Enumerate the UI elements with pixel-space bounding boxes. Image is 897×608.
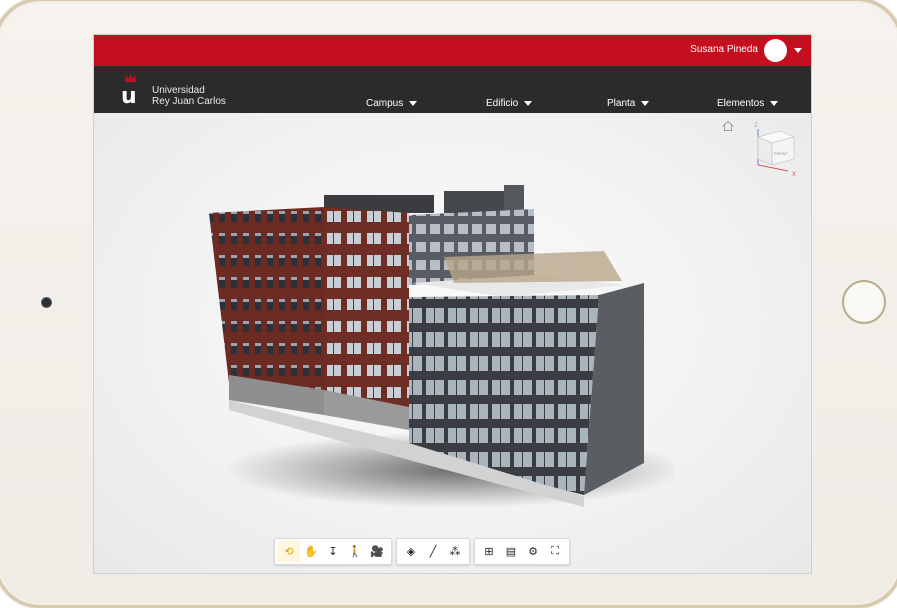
model-tools-group: ◈ ╱ ⁂ bbox=[396, 538, 470, 565]
camera-icon[interactable]: 🎥 bbox=[366, 541, 388, 562]
settings-gear-icon[interactable]: ⚙ bbox=[522, 541, 544, 562]
settings-tools-group: ⊞ ▤ ⚙ ⛶ bbox=[474, 538, 570, 565]
front-camera bbox=[42, 298, 51, 307]
chevron-down-icon bbox=[524, 101, 533, 106]
nav-elementos-label: Elementos bbox=[717, 98, 765, 109]
navigation-tools-group: ⟲ ✋ ↧ 🚶 🎥 bbox=[274, 538, 392, 565]
nav-elementos-dropdown[interactable]: Elementos bbox=[717, 98, 779, 109]
viewcube-axis-z: Z bbox=[754, 123, 758, 129]
viewcube[interactable]: FRONT Z X bbox=[744, 119, 800, 177]
crown-logo-icon bbox=[125, 74, 136, 82]
section-box-icon[interactable]: ◈ bbox=[400, 541, 422, 562]
nav-planta-dropdown[interactable]: Planta bbox=[607, 98, 650, 109]
main-navbar: u Universidad Rey Juan Carlos Campus Edi… bbox=[94, 66, 811, 113]
nav-campus-label: Campus bbox=[366, 98, 404, 109]
nav-campus-dropdown[interactable]: Campus bbox=[366, 98, 418, 109]
user-name[interactable]: Susana Pineda bbox=[690, 44, 758, 55]
nav-edificio-label: Edificio bbox=[486, 98, 519, 109]
building-3d-model[interactable] bbox=[204, 185, 674, 515]
zoom-icon[interactable]: ↧ bbox=[322, 541, 344, 562]
home-button[interactable] bbox=[842, 280, 886, 324]
explode-icon[interactable]: ⁂ bbox=[444, 541, 466, 562]
avatar[interactable] bbox=[764, 39, 787, 62]
university-name: Universidad Rey Juan Carlos bbox=[152, 85, 226, 107]
chevron-down-icon bbox=[641, 101, 650, 106]
nav-edificio-dropdown[interactable]: Edificio bbox=[486, 98, 533, 109]
first-person-icon[interactable]: 🚶 bbox=[344, 541, 366, 562]
home-view-icon[interactable] bbox=[722, 120, 734, 132]
chevron-down-icon bbox=[770, 101, 779, 106]
properties-icon[interactable]: ▤ bbox=[500, 541, 522, 562]
measure-icon[interactable]: ╱ bbox=[422, 541, 444, 562]
university-logo[interactable]: u bbox=[121, 86, 137, 108]
user-bar: Susana Pineda bbox=[94, 35, 811, 66]
university-name-line2: Rey Juan Carlos bbox=[152, 96, 226, 107]
viewer-toolbar: ⟲ ✋ ↧ 🚶 🎥 ◈ ╱ ⁂ ⊞ ▤ ⚙ ⛶ bbox=[274, 538, 570, 565]
pan-hand-icon[interactable]: ✋ bbox=[300, 541, 322, 562]
viewcube-axis-x: X bbox=[792, 172, 796, 177]
chevron-down-icon bbox=[409, 101, 418, 106]
app-screen: Susana Pineda u Universidad Rey Juan Car… bbox=[94, 35, 811, 573]
model-browser-icon[interactable]: ⊞ bbox=[478, 541, 500, 562]
fullscreen-icon[interactable]: ⛶ bbox=[544, 541, 566, 562]
viewcube-face-label: FRONT bbox=[774, 151, 788, 156]
nav-planta-label: Planta bbox=[607, 98, 636, 109]
university-name-line1: Universidad bbox=[152, 85, 205, 96]
orbit-icon[interactable]: ⟲ bbox=[278, 541, 300, 562]
chevron-down-icon[interactable] bbox=[794, 48, 802, 53]
